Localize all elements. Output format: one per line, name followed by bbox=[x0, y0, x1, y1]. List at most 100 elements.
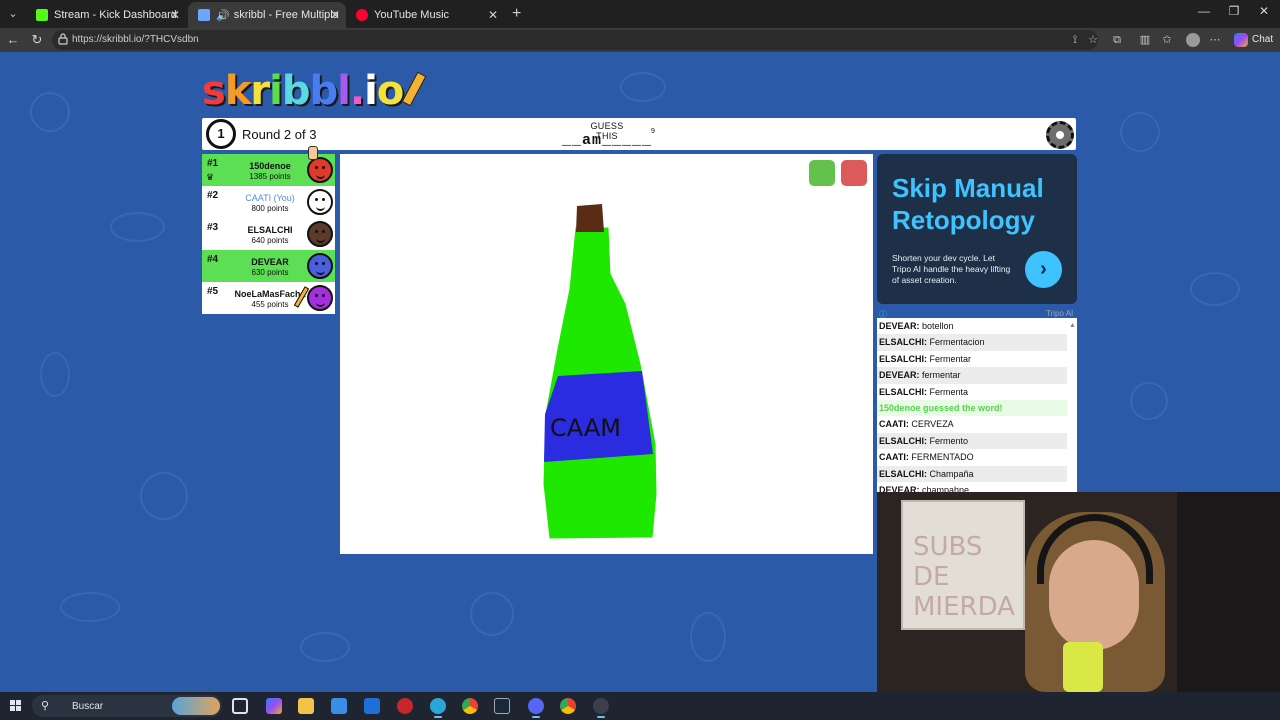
favorites-icon[interactable]: ✩ bbox=[1160, 33, 1174, 47]
background-doodle bbox=[140, 472, 188, 520]
ad-body: Shorten your dev cycle. Let Tripo AI han… bbox=[892, 253, 1011, 285]
minimize-icon[interactable]: — bbox=[1196, 4, 1212, 18]
favorite-star-icon[interactable]: ☆ bbox=[1086, 33, 1100, 47]
back-icon[interactable]: ← bbox=[5, 32, 21, 48]
new-tab-button[interactable]: + bbox=[512, 5, 521, 23]
gaming-chair bbox=[1177, 492, 1280, 692]
chat-text: fermentar bbox=[922, 370, 961, 381]
obs-icon[interactable] bbox=[593, 698, 609, 718]
site-info-icon[interactable] bbox=[58, 33, 68, 45]
steam-icon[interactable] bbox=[494, 698, 510, 714]
background-doodle bbox=[1120, 112, 1160, 152]
discord-icon[interactable] bbox=[528, 698, 544, 718]
settings-gear-icon[interactable] bbox=[1046, 121, 1074, 149]
player-row[interactable]: #3 ELSALCHI 640 points bbox=[202, 218, 335, 250]
player-rank: #3 bbox=[207, 222, 219, 233]
file-explorer-icon[interactable] bbox=[298, 698, 314, 714]
chat-message: ELSALCHI: Fermentacion bbox=[877, 334, 1067, 351]
player-points: 455 points bbox=[251, 300, 289, 309]
outlook-icon[interactable] bbox=[364, 698, 380, 714]
logo-letter: i bbox=[269, 68, 283, 114]
chat-user: DEVEAR: bbox=[879, 321, 920, 331]
close-window-icon[interactable]: ✕ bbox=[1256, 4, 1272, 18]
chat-text: botellon bbox=[922, 321, 954, 331]
windows-start-icon[interactable] bbox=[10, 700, 22, 712]
logo-letter: b bbox=[281, 68, 311, 114]
tab-youtube-music[interactable]: YouTube Music ✕ bbox=[346, 2, 504, 28]
kick-favicon-icon bbox=[36, 9, 48, 21]
chat-user: ELSALCHI: bbox=[879, 337, 927, 348]
address-bar[interactable]: https://skribbl.io/?THCVsdbn bbox=[52, 30, 1098, 50]
chevron-right-icon[interactable]: › bbox=[1025, 251, 1062, 288]
player-name: DEVEAR bbox=[251, 257, 289, 267]
extensions-icon[interactable]: ⧉ bbox=[1110, 33, 1124, 47]
whiteboard: SUBS DE MIERDA bbox=[901, 500, 1025, 630]
edge-icon[interactable] bbox=[430, 698, 446, 718]
player-row[interactable]: #1 ♛ 150denoe 1385 points bbox=[202, 146, 335, 186]
search-placeholder: Buscar bbox=[72, 701, 104, 712]
tab-actions-icon[interactable]: ⌄ bbox=[4, 5, 22, 23]
audio-playing-icon[interactable]: 🔊 bbox=[216, 9, 230, 22]
thumbs-down-icon[interactable] bbox=[841, 160, 867, 186]
close-tab-icon[interactable]: ✕ bbox=[330, 8, 340, 22]
player-name: 150denoe bbox=[249, 161, 291, 171]
chrome-profile-icon[interactable] bbox=[560, 698, 576, 714]
translate-icon[interactable]: ⟟ bbox=[1068, 33, 1082, 47]
logo-letter: k bbox=[224, 68, 252, 114]
player-points: 640 points bbox=[251, 236, 289, 245]
background-doodle bbox=[1130, 382, 1168, 420]
close-tab-icon[interactable]: ✕ bbox=[170, 8, 180, 22]
chat-user: CAATI: bbox=[879, 452, 909, 463]
chat-correct-guess: 150denoe guessed the word! bbox=[877, 400, 1067, 417]
maximize-icon[interactable]: ❐ bbox=[1226, 4, 1242, 18]
chat-text: Fermentacion bbox=[929, 337, 985, 348]
windows-taskbar: ⚲ Buscar bbox=[0, 692, 1280, 720]
copilot-icon[interactable] bbox=[1234, 33, 1248, 47]
chat-button-label[interactable]: Chat bbox=[1252, 34, 1273, 45]
logo-letter: b bbox=[309, 68, 339, 114]
store-icon[interactable] bbox=[331, 698, 347, 714]
player-rank: #4 bbox=[207, 254, 219, 265]
logo-letter: i bbox=[364, 68, 378, 114]
chat-text: Fermenta bbox=[929, 386, 969, 397]
bottle-label-text: CAAM bbox=[550, 414, 621, 442]
skribbl-logo: skribbl.io bbox=[202, 68, 427, 114]
timer-clock-icon: 1 bbox=[206, 119, 236, 149]
chat-message: ELSALCHI: Fermenta bbox=[877, 384, 1067, 400]
logo-pencil-icon bbox=[401, 71, 427, 107]
chat-message: ELSALCHI: Fermentar bbox=[877, 351, 1067, 367]
player-row[interactable]: #2 CAATI (You) 800 points bbox=[202, 186, 335, 218]
split-screen-icon[interactable]: ▥ bbox=[1138, 33, 1152, 47]
url-text: https://skribbl.io/?THCVsdbn bbox=[72, 34, 199, 45]
player-name: CAATI (You) bbox=[245, 193, 295, 203]
chat-message: DEVEAR: fermentar bbox=[877, 367, 1067, 384]
tab-kick-dashboard[interactable]: Stream - Kick Dashboard ✕ bbox=[26, 2, 186, 28]
ad-title: Skip Manual Retopology bbox=[892, 173, 1044, 235]
player-row[interactable]: #4 DEVEAR 630 points bbox=[202, 250, 335, 282]
thumbs-up-icon[interactable] bbox=[809, 160, 835, 186]
taskbar-search[interactable]: ⚲ Buscar bbox=[32, 695, 222, 717]
advertisement[interactable]: Skip Manual Retopology Shorten your dev … bbox=[877, 154, 1077, 304]
player-avatar bbox=[307, 157, 333, 183]
tab-title: Stream - Kick Dashboard bbox=[54, 9, 177, 21]
chat-message: ELSALCHI: Champaña bbox=[877, 465, 1067, 482]
chat-scroll-up-icon[interactable]: ▲ bbox=[1069, 322, 1076, 329]
chat-text: Fermento bbox=[929, 435, 969, 446]
tab-skribbl[interactable]: 🔊 skribbl - Free Multiplayer Draw ✕ bbox=[188, 2, 346, 28]
mouse-cursor-icon bbox=[308, 146, 318, 160]
bottle-drawing: CAAM bbox=[543, 204, 657, 539]
background-doodle bbox=[690, 612, 726, 662]
crown-icon: ♛ bbox=[206, 172, 215, 182]
webcam-overlay: SUBS DE MIERDA bbox=[877, 492, 1280, 692]
close-tab-icon[interactable]: ✕ bbox=[488, 8, 498, 22]
player-row[interactable]: #5 NoeLaMasFacha 455 points bbox=[202, 282, 335, 314]
drawing-canvas[interactable]: CAAM bbox=[340, 154, 873, 554]
more-menu-icon[interactable]: ⋯ bbox=[1208, 33, 1222, 47]
task-view-icon[interactable] bbox=[232, 698, 248, 714]
profile-avatar-icon[interactable] bbox=[1186, 33, 1200, 47]
chrome-icon[interactable] bbox=[462, 698, 478, 714]
reload-icon[interactable]: ↻ bbox=[29, 32, 45, 48]
word-hint: __am_____ bbox=[562, 132, 653, 149]
opera-icon[interactable] bbox=[397, 698, 413, 714]
copilot-taskbar-icon[interactable] bbox=[266, 698, 282, 714]
